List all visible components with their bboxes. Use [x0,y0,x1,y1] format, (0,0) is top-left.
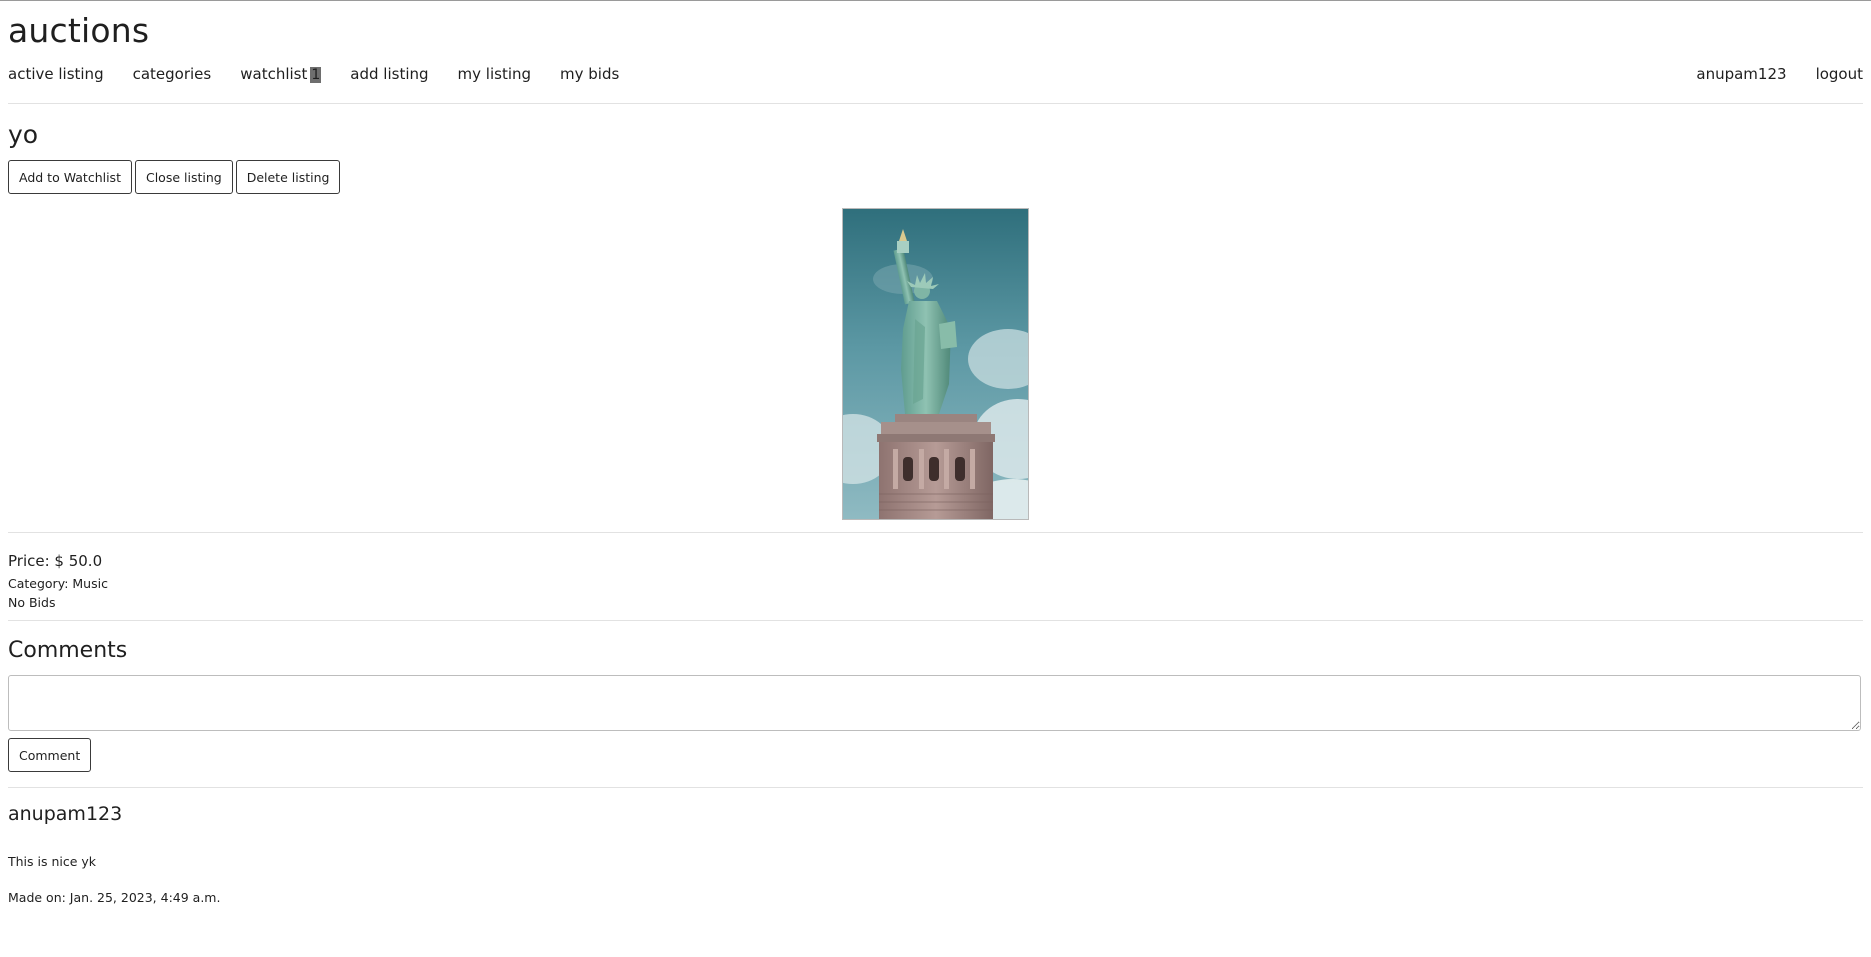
nav-watchlist-label: watchlist [240,65,308,83]
site-title: auctions [8,11,150,50]
nav-divider [8,103,1863,104]
listing-bids: No Bids [8,595,56,610]
nav-add-listing[interactable]: add listing [350,65,428,83]
page: auctions active listing categories watch… [0,11,1871,906]
nav-watchlist[interactable]: watchlist 1 [240,65,322,83]
comments-divider [8,787,1863,788]
comment-item: anupam123 This is nice yk Made on: Jan. … [8,802,1863,906]
top-border [0,0,1871,1]
listing-category: Category: Music [8,576,108,591]
nav-right: anupam123 logout [1667,65,1863,83]
nav-left: active listing categories watchlist 1 add… [8,65,648,83]
delete-listing-button[interactable]: Delete listing [235,160,341,194]
nav-categories[interactable]: categories [133,65,212,83]
nav-username[interactable]: anupam123 [1696,65,1786,83]
listing-image [842,208,1029,520]
image-divider [8,532,1863,533]
nav-my-listing[interactable]: my listing [458,65,531,83]
comment-author: anupam123 [8,803,123,825]
comment-button[interactable]: Comment [8,738,92,772]
top-nav: active listing categories watchlist 1 add… [8,63,1863,85]
watchlist-count-badge: 1 [310,67,322,83]
comment-button-wrap: Comment [8,738,1863,772]
comment-text: This is nice yk [8,854,97,869]
nav-logout[interactable]: logout [1816,65,1863,83]
add-to-watchlist-button[interactable]: Add to Watchlist [8,160,132,194]
listing-price: Price: $ 50.0 [8,552,103,570]
listing-title: yo [8,120,39,149]
listing-image-wrap [8,208,1863,520]
comments-heading: Comments [8,638,128,663]
info-divider [8,620,1863,621]
comment-date: Made on: Jan. 25, 2023, 4:49 a.m. [8,890,221,905]
close-listing-button[interactable]: Close listing [134,160,233,194]
comment-input[interactable] [8,675,1861,731]
listing-actions: Add to Watchlist Close listing Delete li… [8,160,1863,194]
nav-active-listing[interactable]: active listing [8,65,104,83]
nav-my-bids[interactable]: my bids [560,65,619,83]
